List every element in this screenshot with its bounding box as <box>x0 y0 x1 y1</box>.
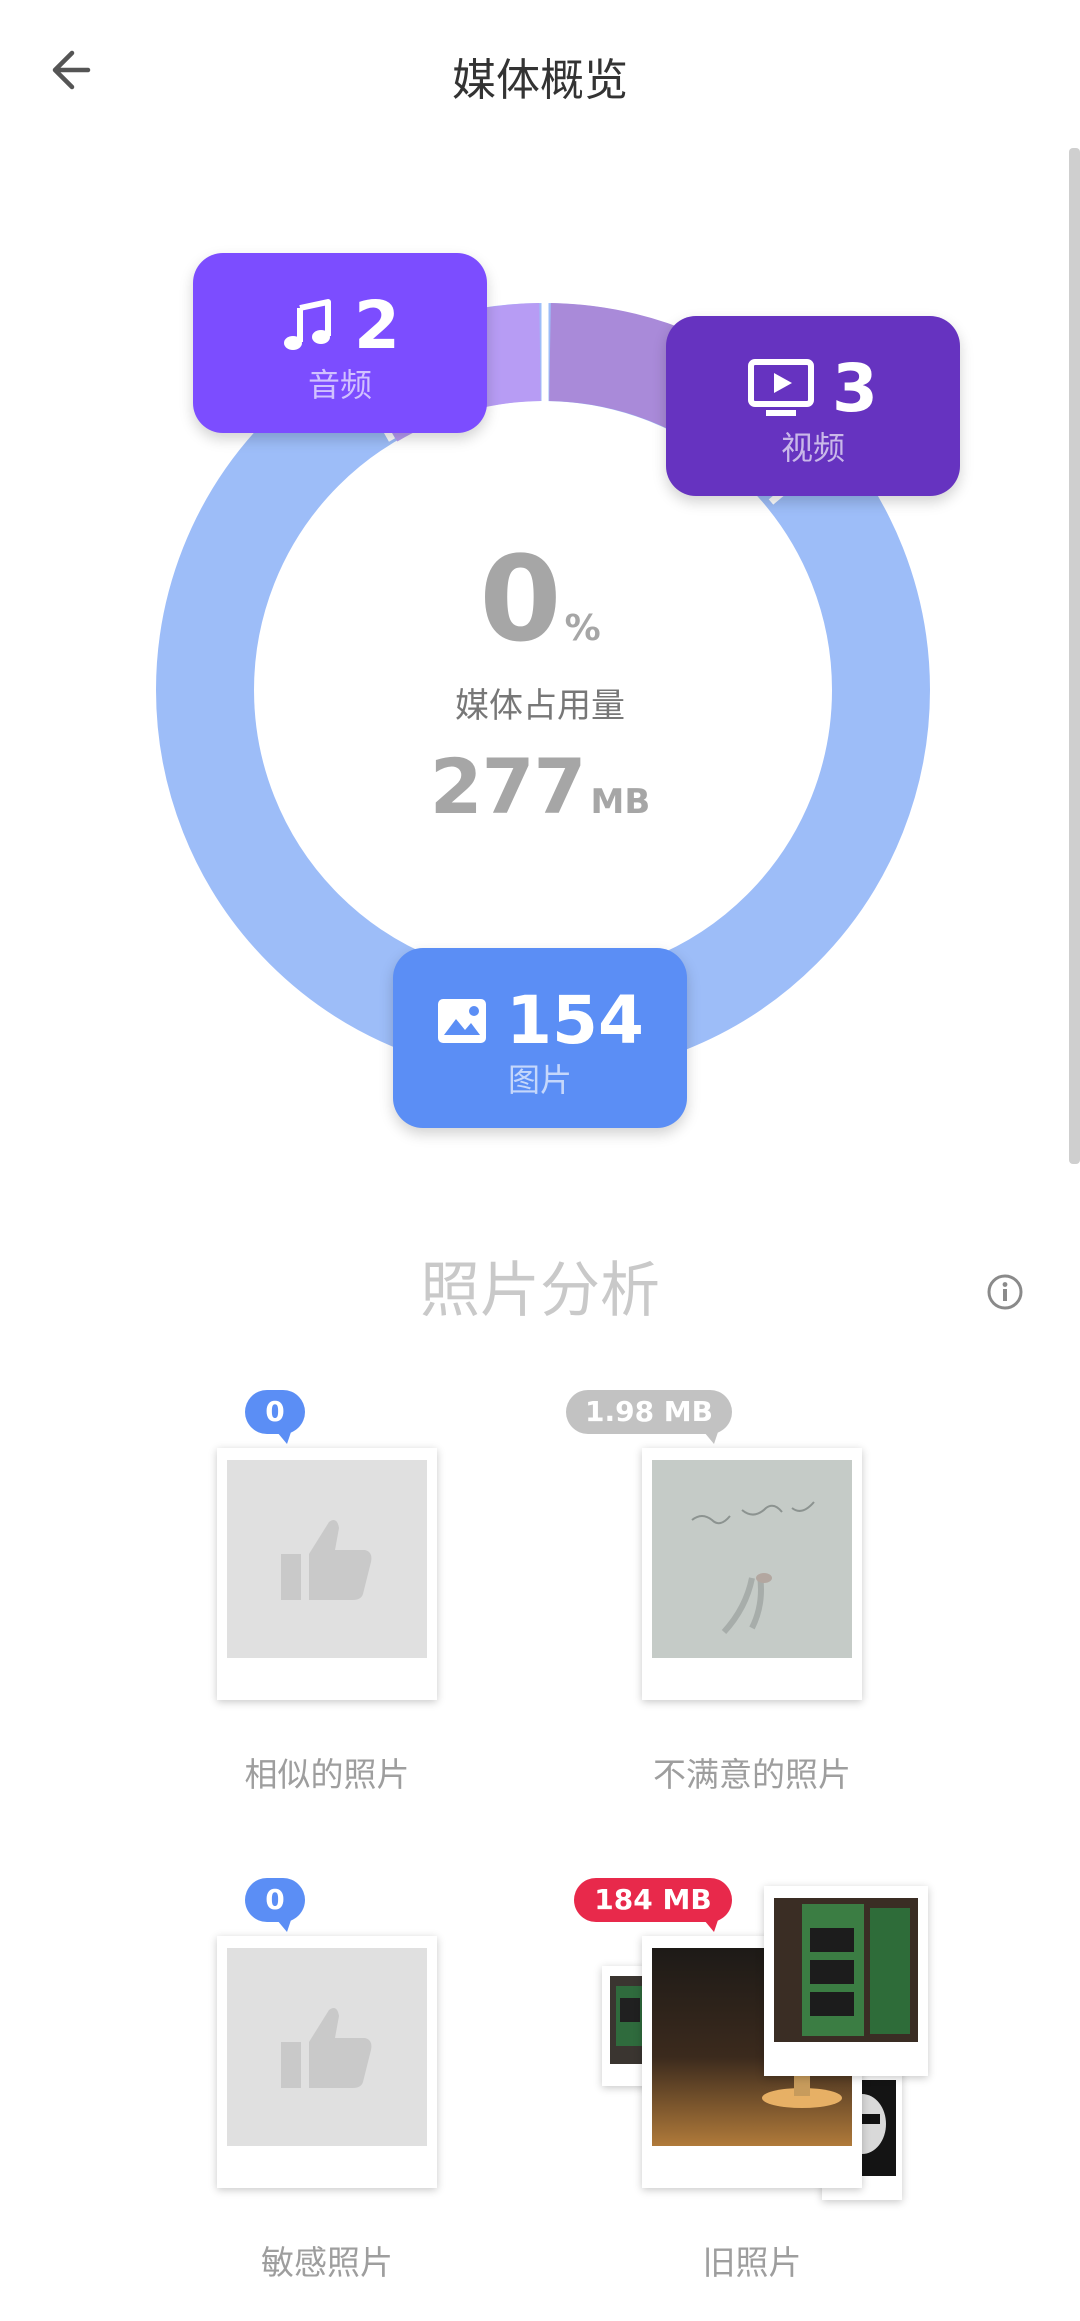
audio-label: 音频 <box>307 366 372 404</box>
video-count: 3 <box>832 350 878 427</box>
old-photo-thumbnail <box>774 1898 918 2042</box>
video-category-button[interactable]: 3 视频 <box>666 316 960 496</box>
thumbs-up-icon <box>281 1520 372 1600</box>
photo-analysis-title: 照片分析 <box>420 1256 660 1326</box>
audio-category-button[interactable]: 2 音频 <box>193 253 487 433</box>
image-icon <box>438 999 487 1043</box>
info-icon <box>987 1274 1023 1310</box>
usage-percent-unit: % <box>564 608 601 649</box>
unsatisfied-photos-label: 不满意的照片 <box>653 1755 851 1794</box>
sensitive-count-badge: 0 <box>245 1878 305 1932</box>
old-photos-size-badge: 184 MB <box>574 1878 732 1932</box>
usage-size-unit: MB <box>590 782 651 822</box>
photos-label: 图片 <box>507 1061 572 1099</box>
info-button[interactable] <box>985 1272 1025 1312</box>
audio-count: 2 <box>354 287 400 364</box>
similar-photos-card[interactable] <box>217 1448 437 1700</box>
usage-percent-value: 0 <box>479 530 561 668</box>
similar-photos-label: 相似的照片 <box>244 1755 410 1794</box>
unsatisfied-size-badge: 1.98 MB <box>566 1390 732 1444</box>
usage-size: 277 MB <box>0 742 1080 831</box>
unsatisfied-photos-card[interactable] <box>642 1448 862 1700</box>
video-label: 视频 <box>780 429 845 467</box>
photos-count: 154 <box>506 982 644 1059</box>
usage-label: 媒体占用量 <box>455 686 625 726</box>
usage-percent: 0 % <box>0 530 1080 668</box>
thumbs-up-icon <box>281 2008 372 2088</box>
similar-count-badge: 0 <box>245 1390 305 1444</box>
music-note-icon <box>284 299 332 350</box>
sensitive-photos-label: 敏感照片 <box>261 2243 393 2282</box>
usage-size-value: 277 <box>429 742 587 831</box>
old-photo-front-right <box>764 1886 928 2076</box>
sensitive-photos-card[interactable] <box>217 1936 437 2188</box>
old-photos-label: 旧照片 <box>702 2243 802 2282</box>
video-play-icon <box>748 359 815 416</box>
photos-category-button[interactable]: 154 图片 <box>393 948 687 1128</box>
unsatisfied-photo-thumbnail <box>652 1460 852 1658</box>
